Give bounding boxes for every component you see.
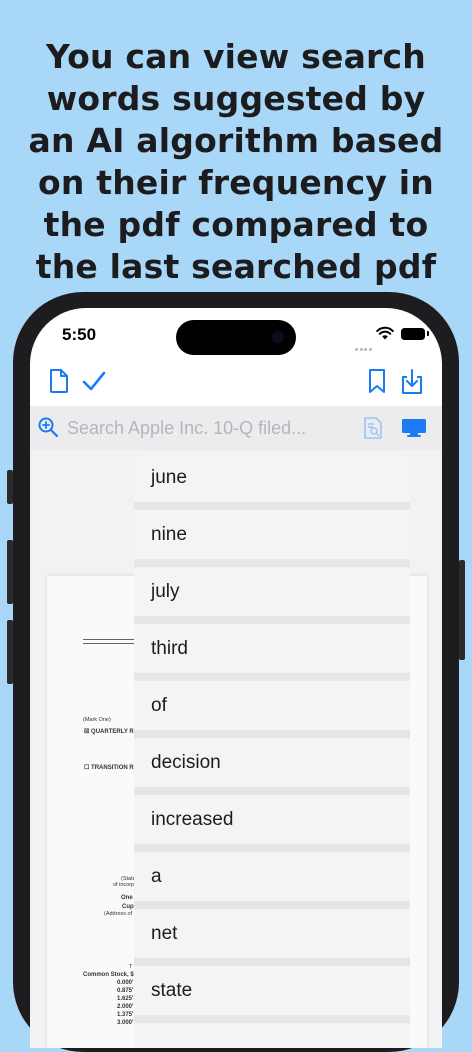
app-screen: 5:50 Search Apple Inc. 10-Q filed... (Ma…: [30, 308, 442, 1048]
cellular-signal-icon: [355, 336, 373, 351]
document-search-icon[interactable]: [363, 416, 383, 440]
suggestion-item[interactable]: june: [134, 453, 410, 502]
suggestion-item[interactable]: third: [134, 624, 410, 673]
phone-side-button: [459, 560, 465, 660]
suggestion-item[interactable]: net: [134, 909, 410, 958]
search-bar: [30, 406, 442, 450]
promo-line: You can view search: [46, 37, 426, 76]
status-time: 5:50: [62, 325, 97, 344]
suggestion-item[interactable]: increased: [134, 795, 410, 844]
battery-cap: [427, 331, 429, 336]
doc-common-stock: Common Stock, $: [83, 972, 134, 978]
doc-quarterly: ☒ QUARTERLY R: [84, 729, 134, 735]
suggestion-label: a: [151, 866, 162, 887]
download-icon[interactable]: [399, 368, 425, 396]
suggestion-label: third: [151, 638, 188, 659]
doc-rate: 2.000': [117, 1004, 134, 1010]
suggestion-item[interactable]: a: [134, 852, 410, 901]
suggestion-dropdown: june nine july third of decision increas…: [134, 453, 410, 1048]
doc-transition: ☐ TRANSITION R: [84, 765, 134, 771]
doc-rate: 3.000': [117, 1020, 134, 1026]
suggestion-label: nine: [151, 524, 187, 545]
promo-line: the last searched pdf: [35, 247, 437, 286]
doc-rate: 0.000': [117, 980, 134, 986]
document-icon[interactable]: [48, 368, 70, 394]
suggestion-item[interactable]: decision: [134, 738, 410, 787]
doc-mark-one: (Mark One): [83, 717, 111, 723]
status-bar: 5:50: [30, 308, 442, 360]
camera-dot: [272, 331, 284, 343]
search-input[interactable]: [67, 414, 357, 442]
suggestion-label: increased: [151, 809, 234, 830]
doc-rate: 0.875': [117, 988, 134, 994]
promo-line: an AI algorithm based: [28, 121, 444, 160]
doc-rate: 1.625': [117, 996, 134, 1002]
dynamic-island: [176, 320, 296, 355]
bookmark-icon[interactable]: [367, 368, 387, 394]
doc-t: T: [129, 964, 133, 970]
suggestion-item[interactable]: [134, 1023, 410, 1048]
suggestion-item[interactable]: july: [134, 567, 410, 616]
suggestion-item[interactable]: state: [134, 966, 410, 1015]
promo-headline: You can view search words suggested by a…: [0, 36, 472, 288]
suggestion-label: june: [151, 467, 187, 488]
zoom-in-icon[interactable]: [37, 416, 59, 438]
doc-incorp: of incorp: [113, 882, 135, 888]
suggestion-item[interactable]: nine: [134, 510, 410, 559]
doc-rate: 1.375': [117, 1012, 134, 1018]
promo-line: words suggested by: [46, 79, 426, 118]
suggestion-label: net: [151, 923, 178, 944]
promo-line: the pdf compared to: [43, 205, 429, 244]
promo-line: on their frequency in: [38, 163, 434, 202]
battery-icon: [401, 328, 425, 340]
phone-side-button: [7, 620, 13, 684]
suggestion-label: july: [151, 581, 180, 602]
suggestion-label: of: [151, 695, 167, 716]
doc-address: (Address of: [104, 911, 133, 917]
doc-cupertino: Cup: [122, 904, 134, 910]
phone-side-button: [7, 470, 13, 504]
doc-one: One: [121, 895, 133, 901]
checkmark-icon[interactable]: [81, 370, 107, 392]
wifi-icon: [376, 326, 394, 340]
phone-side-button: [7, 540, 13, 604]
suggestion-item[interactable]: of: [134, 681, 410, 730]
suggestion-label: state: [151, 980, 193, 1001]
desktop-icon[interactable]: [401, 418, 427, 438]
suggestion-label: decision: [151, 752, 221, 773]
